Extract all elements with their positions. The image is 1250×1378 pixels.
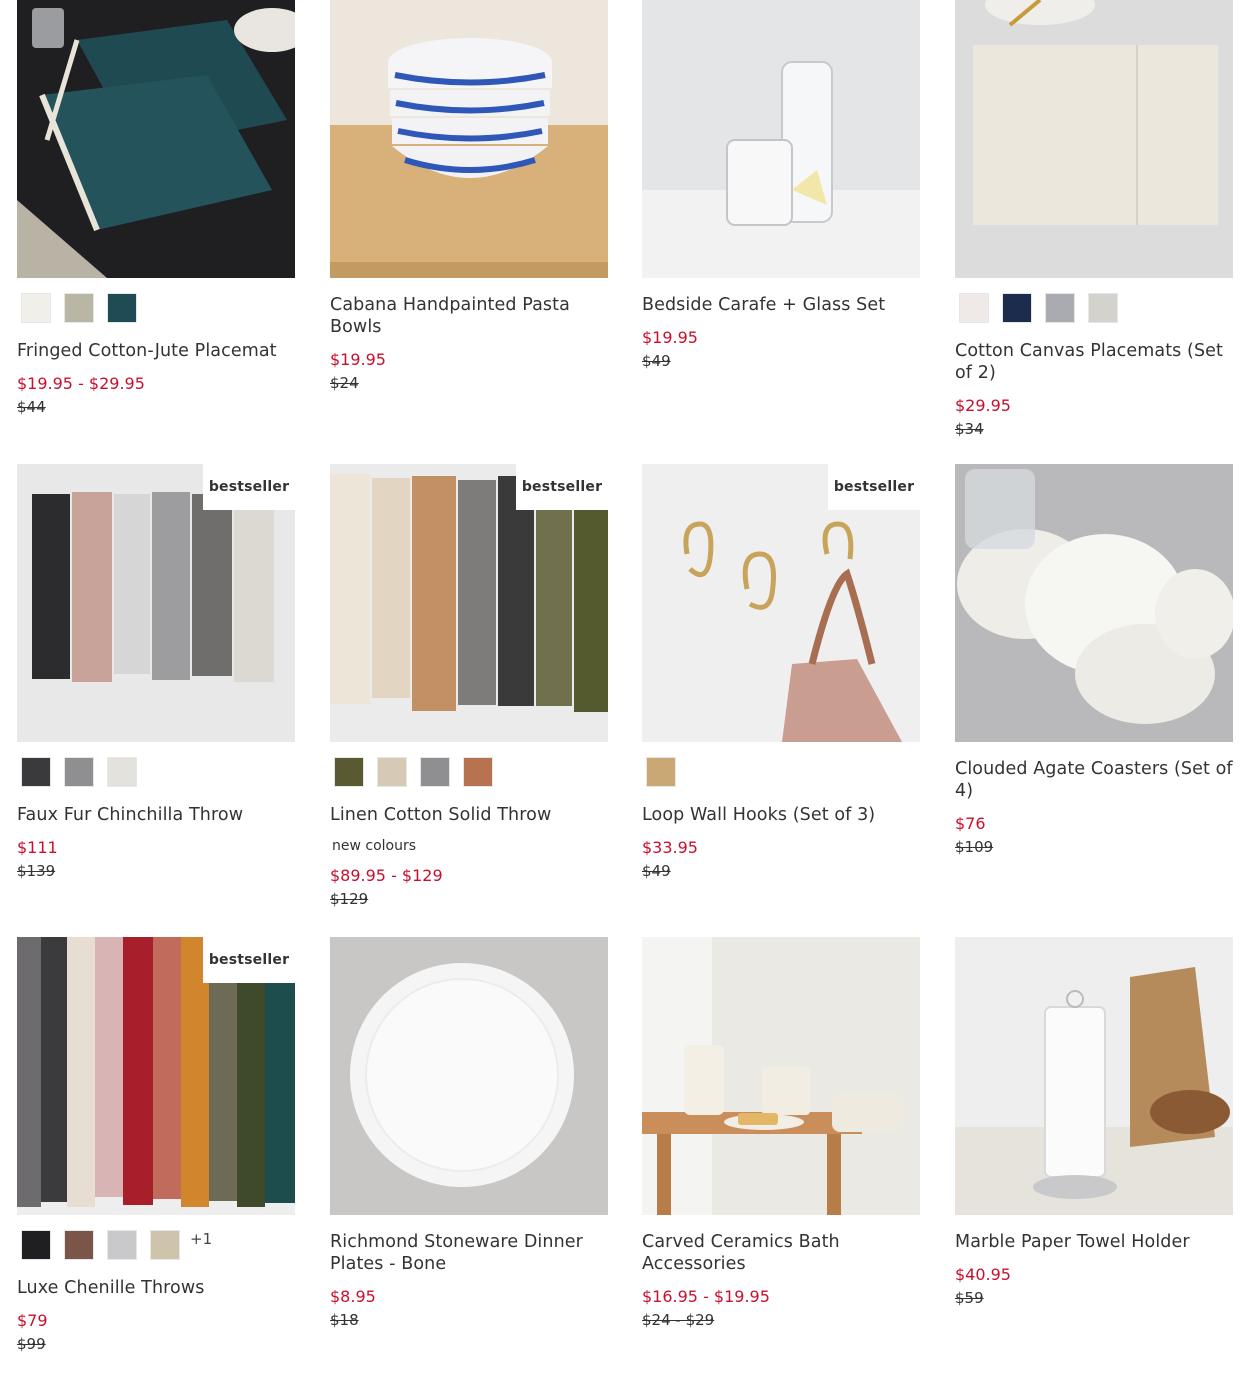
product-card-pasta-bowls[interactable]: Cabana Handpainted Pasta Bowls $19.95 $2… — [330, 0, 608, 393]
sale-price: $79 — [17, 1311, 48, 1330]
placemat-photo — [17, 0, 295, 278]
product-card-carafe[interactable]: Bedside Carafe + Glass Set $19.95 $49 — [642, 0, 920, 371]
more-colors-count[interactable]: +1 — [190, 1230, 212, 1248]
product-card-towel-holder[interactable]: Marble Paper Towel Holder $40.95 $59 — [955, 937, 1233, 1308]
swatch-3[interactable] — [1045, 293, 1075, 323]
color-swatches: +1 — [17, 1229, 295, 1261]
swatch-1[interactable] — [959, 293, 989, 323]
swatch-2[interactable] — [64, 1230, 94, 1260]
product-name[interactable]: Cabana Handpainted Pasta Bowls — [330, 294, 608, 338]
bowls-photo — [330, 0, 608, 278]
canvas-placemat-photo — [955, 0, 1233, 278]
original-price: $24 — [330, 374, 359, 392]
swatch-3[interactable] — [107, 293, 137, 323]
product-card-placemat[interactable]: Fringed Cotton-Jute Placemat $19.95 - $2… — [17, 0, 295, 417]
sale-price: $19.95 — [642, 328, 698, 347]
bestseller-badge: bestseller — [516, 464, 608, 510]
original-price: $99 — [17, 1335, 46, 1353]
product-image[interactable] — [330, 0, 608, 278]
towel-holder-photo — [955, 937, 1233, 1215]
swatch-4[interactable] — [463, 757, 493, 787]
bestseller-badge: bestseller — [203, 464, 295, 510]
swatch-4[interactable] — [1088, 293, 1118, 323]
sale-price: $19.95 - $29.95 — [17, 374, 145, 393]
product-name[interactable]: Richmond Stoneware Dinner Plates - Bone — [330, 1231, 608, 1275]
original-price: $49 — [642, 862, 671, 880]
carafe-photo — [642, 0, 920, 278]
swatch-4[interactable] — [150, 1230, 180, 1260]
color-swatches — [330, 756, 608, 788]
sale-price: $8.95 — [330, 1287, 376, 1306]
product-image[interactable] — [955, 464, 1233, 742]
product-image[interactable] — [17, 0, 295, 278]
sale-price: $29.95 — [955, 396, 1011, 415]
product-card-chinchilla-throw[interactable]: bestseller Faux Fur Chinchilla Throw $11… — [17, 464, 295, 881]
bath-accessories-photo — [642, 937, 920, 1215]
original-price: $24 - $29 — [642, 1311, 715, 1329]
swatch-1[interactable] — [334, 757, 364, 787]
product-image[interactable]: bestseller — [642, 464, 920, 742]
original-price: $109 — [955, 838, 994, 856]
sale-price: $89.95 - $129 — [330, 866, 443, 885]
product-card-agate-coasters[interactable]: Clouded Agate Coasters (Set of 4) $76 $1… — [955, 464, 1233, 857]
swatch-2[interactable] — [64, 757, 94, 787]
sale-price: $111 — [17, 838, 58, 857]
original-price: $49 — [642, 352, 671, 370]
product-card-dinner-plates[interactable]: Richmond Stoneware Dinner Plates - Bone … — [330, 937, 608, 1330]
product-image[interactable] — [955, 937, 1233, 1215]
product-card-linen-throw[interactable]: bestseller Linen Cotton Solid Throw new … — [330, 464, 608, 909]
sale-price: $40.95 — [955, 1265, 1011, 1284]
product-image[interactable]: bestseller — [330, 464, 608, 742]
product-name[interactable]: Fringed Cotton-Jute Placemat — [17, 340, 295, 362]
bestseller-badge: bestseller — [828, 464, 920, 510]
color-swatches — [642, 756, 920, 788]
product-name[interactable]: Linen Cotton Solid Throw — [330, 804, 608, 826]
swatch-3[interactable] — [107, 1230, 137, 1260]
product-name[interactable]: Clouded Agate Coasters (Set of 4) — [955, 758, 1233, 802]
color-swatches — [17, 756, 295, 788]
original-price: $139 — [17, 862, 56, 880]
swatch-1[interactable] — [21, 293, 51, 323]
swatch-3[interactable] — [107, 757, 137, 787]
swatch-2[interactable] — [64, 293, 94, 323]
swatch-3[interactable] — [420, 757, 450, 787]
product-name[interactable]: Cotton Canvas Placemats (Set of 2) — [955, 340, 1233, 384]
product-name[interactable]: Marble Paper Towel Holder — [955, 1231, 1233, 1253]
sale-price: $33.95 — [642, 838, 698, 857]
color-swatches — [17, 292, 295, 324]
color-swatches — [955, 292, 1233, 324]
product-name[interactable]: Carved Ceramics Bath Accessories — [642, 1231, 920, 1275]
product-card-bath-accessories[interactable]: Carved Ceramics Bath Accessories $16.95 … — [642, 937, 920, 1330]
sale-price: $19.95 — [330, 350, 386, 369]
sale-price: $16.95 - $19.95 — [642, 1287, 770, 1306]
original-price: $44 — [17, 398, 46, 416]
product-card-wall-hooks[interactable]: bestseller Loop Wall Hooks (Set of 3) $3… — [642, 464, 920, 881]
original-price: $59 — [955, 1289, 984, 1307]
product-name[interactable]: Bedside Carafe + Glass Set — [642, 294, 920, 316]
product-name[interactable]: Loop Wall Hooks (Set of 3) — [642, 804, 920, 826]
product-name[interactable]: Faux Fur Chinchilla Throw — [17, 804, 295, 826]
agate-coasters-photo — [955, 464, 1233, 742]
product-card-chenille-throws[interactable]: bestseller +1 Luxe Chenille Throws $79 $… — [17, 937, 295, 1354]
swatch-1[interactable] — [21, 1230, 51, 1260]
product-image[interactable] — [330, 937, 608, 1215]
product-image[interactable] — [642, 0, 920, 278]
product-image[interactable]: bestseller — [17, 464, 295, 742]
product-image[interactable] — [955, 0, 1233, 278]
swatch-1[interactable] — [646, 757, 676, 787]
swatch-1[interactable] — [21, 757, 51, 787]
product-name[interactable]: Luxe Chenille Throws — [17, 1277, 295, 1299]
sale-price: $76 — [955, 814, 986, 833]
original-price: $18 — [330, 1311, 359, 1329]
new-colours-note: new colours — [332, 838, 417, 854]
product-card-canvas-placemats[interactable]: Cotton Canvas Placemats (Set of 2) $29.9… — [955, 0, 1233, 439]
product-image[interactable] — [642, 937, 920, 1215]
bestseller-badge: bestseller — [203, 937, 295, 983]
swatch-2[interactable] — [377, 757, 407, 787]
original-price: $34 — [955, 420, 984, 438]
swatch-2[interactable] — [1002, 293, 1032, 323]
dinner-plate-photo — [330, 937, 608, 1215]
original-price: $129 — [330, 890, 369, 908]
product-image[interactable]: bestseller — [17, 937, 295, 1215]
